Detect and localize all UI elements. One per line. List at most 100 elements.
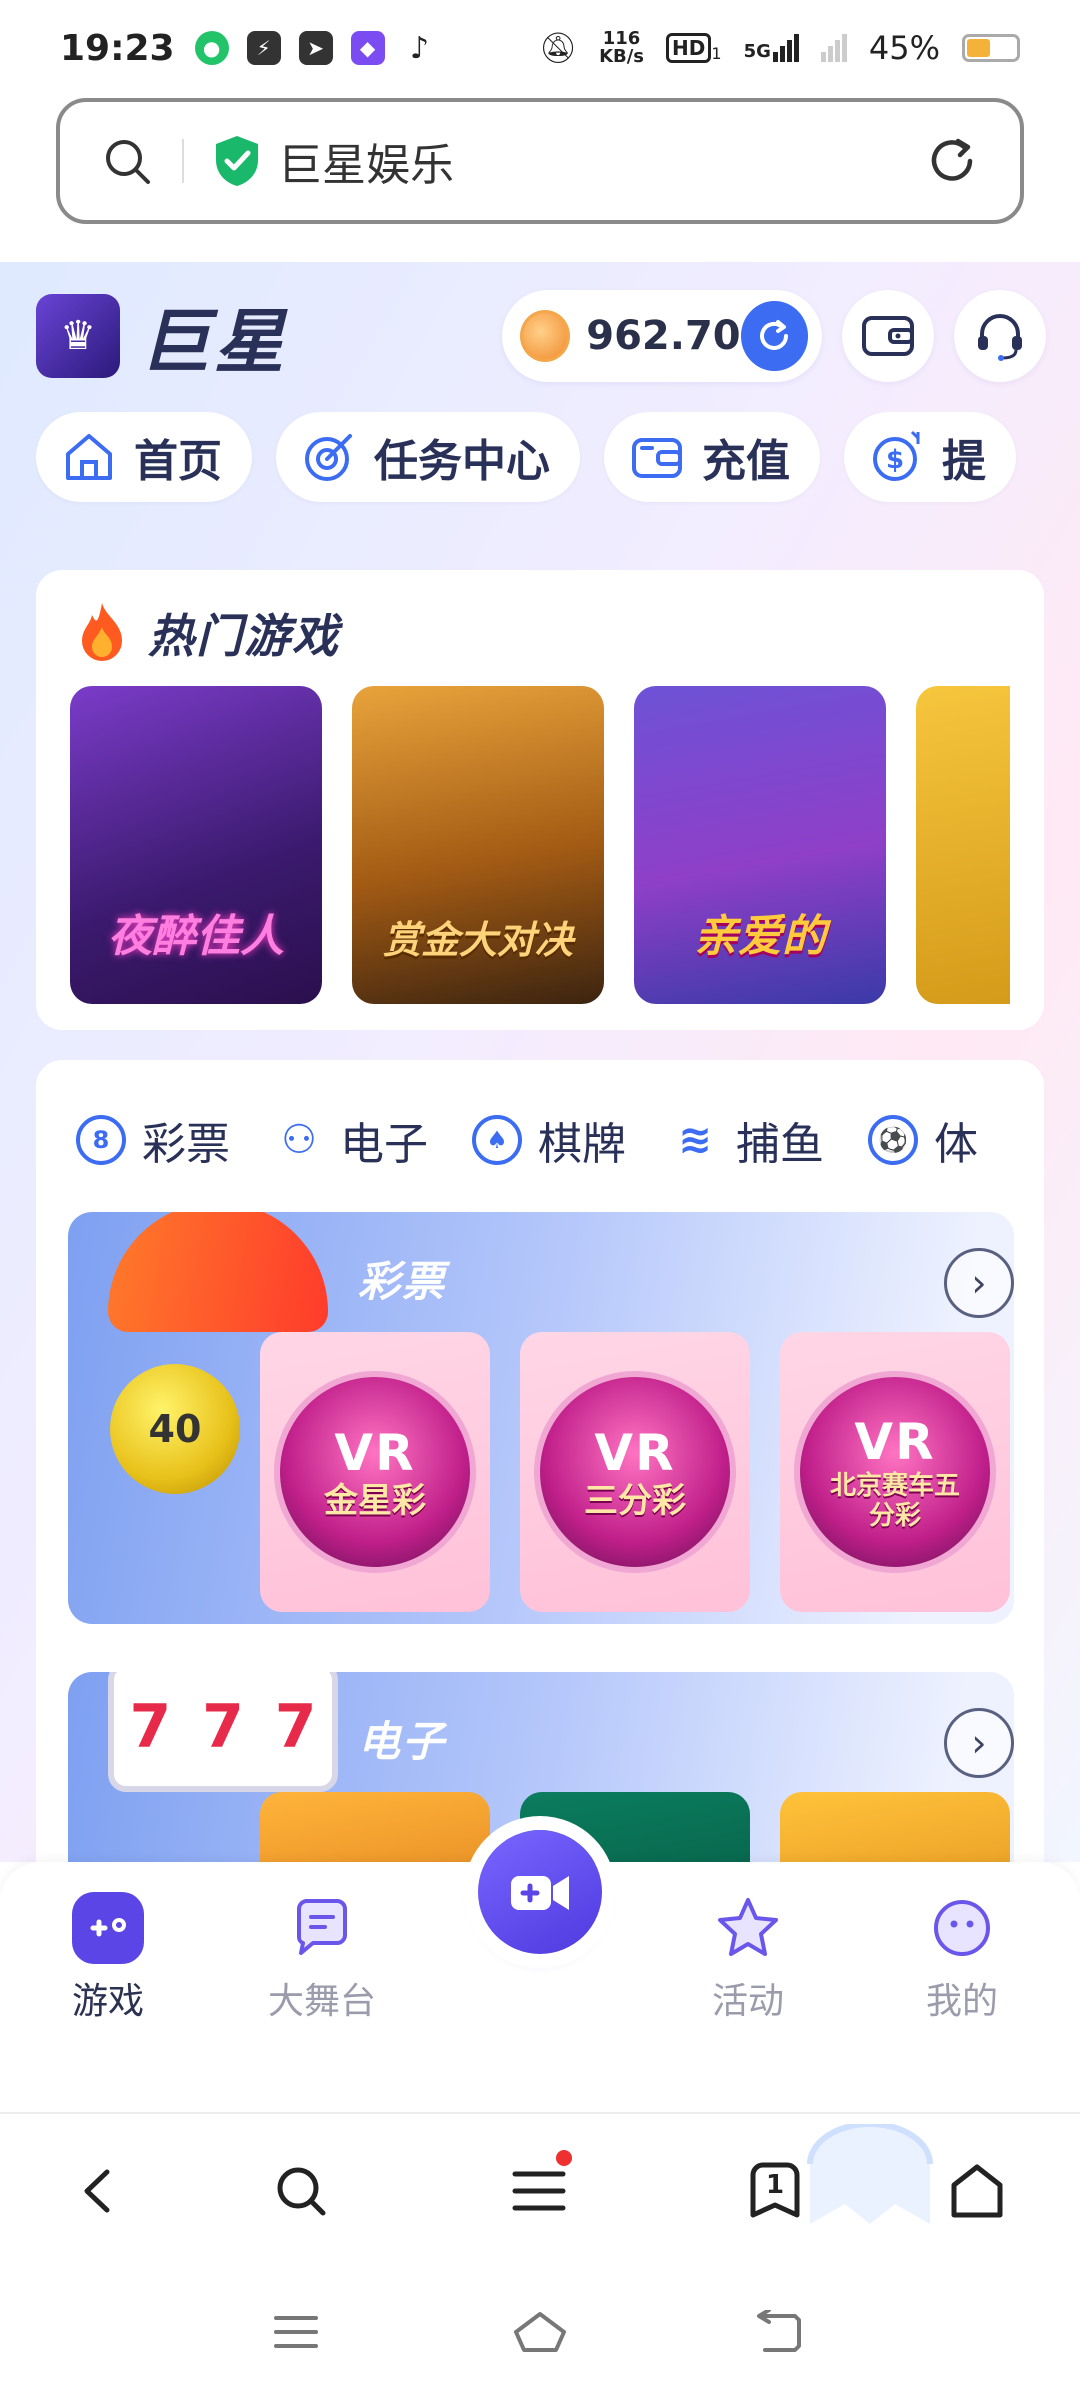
game-card[interactable] [916, 686, 1010, 1004]
tab-sports[interactable]: ⚽ 体 [868, 1090, 978, 1190]
nav-pill-tasks[interactable]: 任务中心 [276, 412, 580, 502]
bottom-tab-bar: 游戏 大舞台 活动 我的 [0, 1830, 1080, 2112]
tab-games[interactable]: 游戏 [28, 1892, 188, 2024]
mute-icon: 🔕︎ [538, 30, 578, 66]
lottery-tile[interactable]: VR 三分彩 [520, 1332, 750, 1612]
tab-label: 体 [934, 1119, 978, 1170]
star-icon [712, 1892, 784, 1964]
target-icon [305, 434, 352, 481]
game-title: 亲爱的 [694, 911, 826, 962]
status-time: 19:23 [60, 27, 175, 69]
nav-pill-label: 首页 [134, 436, 222, 487]
home-icon [951, 2164, 1003, 2218]
soccer-ball-icon: ⚽ [868, 1115, 918, 1165]
lottery-logo: VR 金星彩 [280, 1377, 470, 1567]
menu-button[interactable] [504, 2150, 574, 2226]
lottery-tile[interactable]: VR 金星彩 [260, 1332, 490, 1612]
search-button[interactable] [266, 2156, 336, 2226]
game-card[interactable]: 夜醉佳人 [70, 686, 322, 1004]
brand-name: 巨星 [140, 300, 288, 383]
tab-activity[interactable]: 活动 [668, 1892, 828, 2024]
page-title[interactable]: 巨星娱乐 [278, 129, 454, 193]
lottery-name: 金星彩 [324, 1481, 426, 1521]
signal-icon: 5G [744, 34, 799, 62]
bolt-icon: ⚡ [246, 31, 281, 65]
secure-shield-icon [216, 136, 258, 186]
home-button[interactable] [942, 2156, 1012, 2226]
browser-toolbar: 1 [0, 2112, 1080, 2262]
live-video-button[interactable] [478, 1830, 602, 1954]
tab-electronic[interactable]: ⚇ 电子 [274, 1090, 428, 1190]
lottery-ball-illustration: 40 [110, 1364, 240, 1494]
fish-icon: ≋ [678, 1117, 712, 1163]
reload-icon[interactable] [924, 133, 980, 189]
vpn-icon: ◆ [350, 31, 385, 65]
battery-percent: 45% [868, 29, 940, 67]
electronic-game-tile[interactable] [260, 1792, 490, 1862]
tab-label: 活动 [711, 1981, 784, 2022]
chevron-left-icon [84, 2169, 110, 2213]
nav-pill-recharge[interactable]: 充值 [604, 412, 820, 502]
app-content: ♛ 巨星 962.70 首页 任务中心 充值 $ 提 热门游戏 夜醉佳人 赏金大… [0, 262, 1080, 1862]
hot-games-title: 热门游戏 [148, 609, 340, 663]
refresh-balance-button[interactable] [740, 301, 808, 371]
chevron-right-icon[interactable]: › [944, 1708, 1014, 1778]
signal-2-icon [820, 34, 847, 62]
balance-widget: 962.70 [502, 290, 822, 382]
search-icon [277, 2167, 326, 2216]
recent-apps-button[interactable] [266, 2302, 326, 2362]
recents-icon [274, 2316, 318, 2348]
nav-pill-withdraw[interactable]: $ 提 [844, 412, 1016, 502]
game-card[interactable]: 赏金大对决 [352, 686, 604, 1004]
lottery-section: 40 彩票 › VR 金星彩 VR 三分彩 VR 北京赛车五分彩 [68, 1212, 1014, 1624]
nav-pill-label: 充值 [702, 436, 790, 487]
categories-card: 8 彩票 ⚇ 电子 ♠ 棋牌 ≋ 捕鱼 ⚽ 体 40 彩票 › VR 金星彩 V… [36, 1060, 1044, 1862]
game-title: 夜醉佳人 [108, 911, 284, 962]
search-icon[interactable] [100, 134, 154, 188]
lottery-tile[interactable]: VR 北京赛车五分彩 [780, 1332, 1010, 1612]
wallet-button[interactable] [842, 290, 934, 382]
floating-mascot-icon[interactable] [800, 2124, 940, 2234]
lottery-tiles: VR 金星彩 VR 三分彩 VR 北京赛车五分彩 [260, 1332, 1010, 1612]
game-card[interactable]: 亲爱的 [634, 686, 886, 1004]
tab-chess-cards[interactable]: ♠ 棋牌 [472, 1090, 626, 1190]
status-bar: 19:23 ● ⚡ ➤ ◆ ♪ 🔕︎ 116 KB/s HD 1 5G 45% [0, 0, 1080, 96]
game-title: 赏金大对决 [382, 918, 573, 962]
tab-label: 电子 [340, 1119, 428, 1170]
tab-profile[interactable]: 我的 [882, 1892, 1042, 2024]
tab-label: 捕鱼 [736, 1119, 824, 1170]
dollar-withdraw-icon: $ [873, 430, 920, 481]
lottery-logo: VR 北京赛车五分彩 [800, 1377, 990, 1567]
headset-icon [978, 314, 1022, 361]
wallet-icon [862, 316, 914, 356]
tab-fishing[interactable]: ≋ 捕鱼 [670, 1090, 824, 1190]
nav-pill-label: 任务中心 [374, 436, 550, 487]
address-bar[interactable]: 巨星娱乐 [56, 98, 1024, 224]
system-navigation [0, 2262, 1080, 2400]
video-camera-icon [511, 1876, 569, 1910]
tab-label: 棋牌 [538, 1119, 626, 1170]
cherries-icon: ⚇ [281, 1117, 317, 1163]
lottery-logo: VR 三分彩 [540, 1377, 730, 1567]
tab-label: 我的 [925, 1981, 998, 2022]
section-title: 彩票 [358, 1257, 447, 1306]
back-button[interactable] [62, 2156, 132, 2226]
support-button[interactable] [954, 290, 1046, 382]
tab-lottery[interactable]: 8 彩票 [76, 1090, 230, 1190]
brand-logo[interactable]: ♛ [36, 294, 120, 378]
refresh-icon [760, 320, 789, 350]
system-home-button[interactable] [510, 2302, 570, 2362]
hot-games-card: 热门游戏 夜醉佳人 赏金大对决 亲爱的 [36, 570, 1044, 1030]
nav-pill-home[interactable]: 首页 [36, 412, 252, 502]
electronic-tiles [260, 1792, 1010, 1862]
system-back-button[interactable] [750, 2302, 810, 2362]
electronic-game-tile[interactable] [780, 1792, 1010, 1862]
smiley-icon [926, 1892, 998, 1964]
home-icon [66, 434, 112, 480]
menu-icon [512, 2171, 566, 2211]
chevron-right-icon[interactable]: › [944, 1248, 1014, 1318]
nav-pill-label: 提 [942, 436, 986, 487]
tab-stage[interactable]: 大舞台 [242, 1892, 402, 2024]
battery-icon [962, 34, 1020, 62]
lottery-name: 北京赛车五分彩 [829, 1471, 960, 1531]
